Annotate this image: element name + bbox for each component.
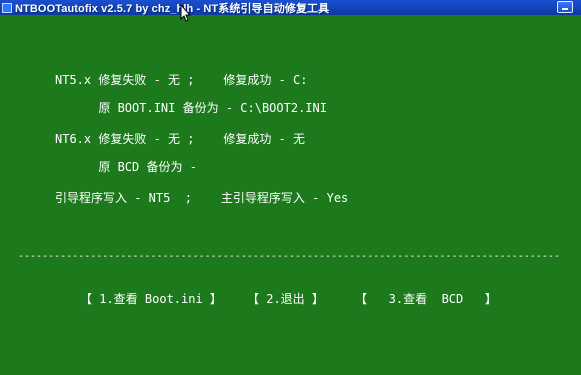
bootini-backup-status: 原 BOOT.INI 备份为 - C:\BOOT2.INI bbox=[55, 101, 327, 115]
exit-option[interactable]: 【 2.退出 】 bbox=[247, 292, 324, 306]
bootloader-write-status: 引导程序写入 - NT5 ; 主引导程序写入 - Yes bbox=[55, 191, 349, 205]
app-icon bbox=[2, 2, 12, 13]
window-title: NTBOOTautofix v2.5.7 by chz_hlh - NT系统引导… bbox=[15, 2, 330, 15]
window-titlebar[interactable]: NTBOOTautofix v2.5.7 by chz_hlh - NT系统引导… bbox=[0, 0, 581, 15]
view-bootini-option[interactable]: 【 1.查看 Boot.ini 】 bbox=[80, 292, 222, 306]
console-menu: 【 1.查看 Boot.ini 】 【 2.退出 】 【 3.查看 BCD 】 bbox=[0, 292, 581, 308]
nt6-repair-status: NT6.x 修复失败 - 无 ; 修复成功 - 无 bbox=[55, 132, 306, 146]
minimize-icon bbox=[562, 8, 568, 10]
separator-line: ----------------------------------------… bbox=[18, 251, 560, 262]
view-bcd-option[interactable]: 【 3.查看 BCD 】 bbox=[355, 292, 497, 306]
bcd-backup-status: 原 BCD 备份为 - bbox=[55, 160, 197, 174]
nt5-repair-status: NT5.x 修复失败 - 无 ; 修复成功 - C: bbox=[55, 73, 308, 87]
console-output: NT5.x 修复失败 - 无 ; 修复成功 - C: 原 BOOT.INI 备份… bbox=[0, 15, 581, 375]
minimize-button[interactable] bbox=[557, 1, 573, 13]
